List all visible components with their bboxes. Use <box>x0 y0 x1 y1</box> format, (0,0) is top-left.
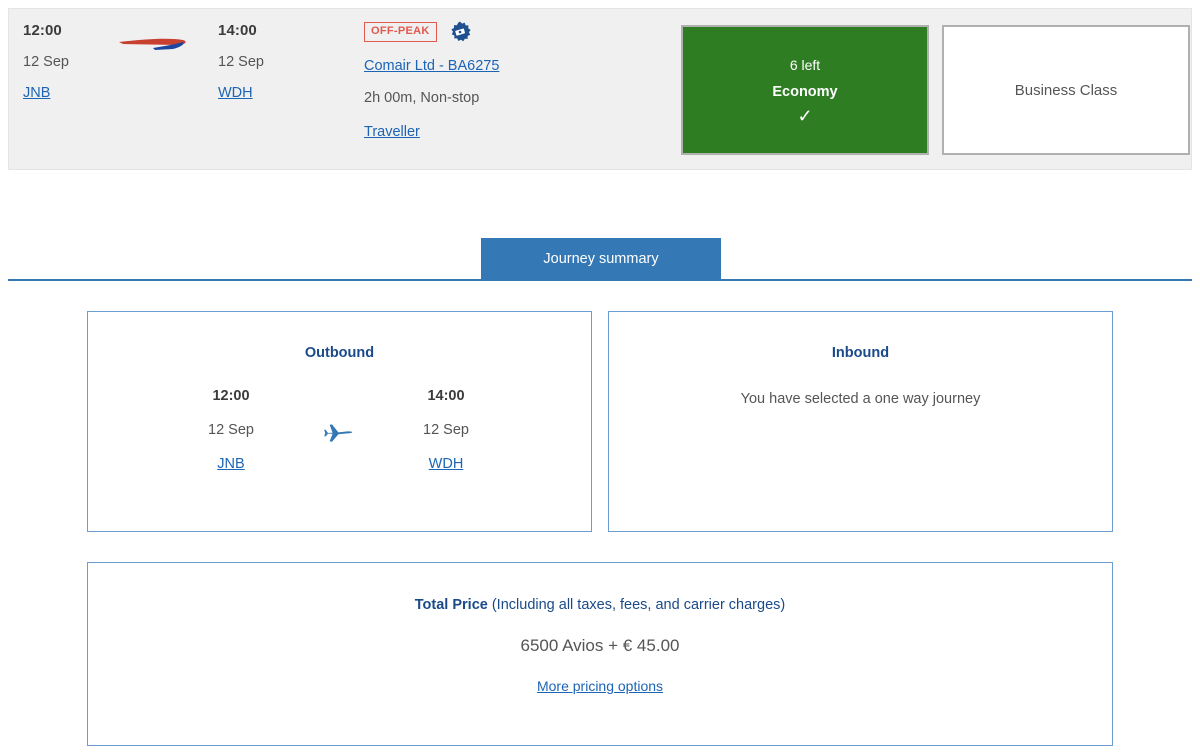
more-pricing-options-link[interactable]: More pricing options <box>537 678 663 694</box>
arrival-date: 12 Sep <box>218 54 264 70</box>
check-icon: ✓ <box>797 105 813 126</box>
outbound-arrival-date: 12 Sep <box>423 422 469 438</box>
outbound-segment: 12:00 12 Sep JNB 14:00 12 Sep WDH <box>88 386 591 496</box>
economy-seats-left: 6 left <box>789 56 821 73</box>
departure-airport-link[interactable]: JNB <box>23 83 50 103</box>
total-price-heading: Total Price (Including all taxes, fees, … <box>88 595 1112 615</box>
total-price-panel: Total Price (Including all taxes, fees, … <box>87 562 1113 746</box>
business-cabin-label: Business Class <box>1014 81 1118 99</box>
badge-row: OFF-PEAK <box>364 21 664 43</box>
cabin-option-economy[interactable]: 6 left Economy ✓ <box>681 25 929 155</box>
fare-type-link[interactable]: Traveller <box>364 122 420 142</box>
flight-selection-page: 12:00 12 Sep JNB 14:00 12 Sep WDH OFF-PE… <box>0 0 1200 756</box>
tab-journey-summary[interactable]: Journey summary <box>481 238 721 280</box>
total-price-note: (Including all taxes, fees, and carrier … <box>487 597 786 613</box>
arrival-airport-link[interactable]: WDH <box>218 83 253 103</box>
flight-summary-strip: 12:00 12 Sep JNB 14:00 12 Sep WDH OFF-PE… <box>8 8 1192 170</box>
off-peak-badge: OFF-PEAK <box>364 22 437 42</box>
inbound-title: Inbound <box>831 345 890 361</box>
cabin-option-business[interactable]: Business Class <box>942 25 1190 155</box>
british-airways-logo-icon <box>117 31 197 57</box>
inbound-message: You have selected a one way journey <box>740 391 981 407</box>
arrival-time: 14:00 <box>218 22 257 39</box>
total-price-amount: 6500 Avios + € 45.00 <box>520 636 680 655</box>
outbound-departure: 12:00 12 Sep JNB <box>161 386 301 474</box>
economy-cabin-label: Economy <box>772 83 838 100</box>
outbound-arrival-time: 14:00 <box>427 388 465 404</box>
flight-duration: 2h 00m, Non-stop <box>364 90 480 106</box>
outbound-panel: Outbound 12:00 12 Sep JNB 14:00 12 Sep W… <box>87 311 592 532</box>
avios-reward-icon <box>449 21 471 43</box>
airplane-icon <box>321 419 355 447</box>
outbound-departure-date: 12 Sep <box>208 422 254 438</box>
outbound-title: Outbound <box>304 345 375 361</box>
journey-tabbar: Journey summary <box>8 238 1192 282</box>
flight-details-column: OFF-PEAK Comair Ltd - BA6275 2h 00m, Non… <box>364 21 664 142</box>
departure-date: 12 Sep <box>23 54 69 70</box>
outbound-departure-time: 12:00 <box>212 388 250 404</box>
arrival-column: 14:00 12 Sep WDH <box>218 21 318 103</box>
flight-number-link[interactable]: Comair Ltd - BA6275 <box>364 56 499 76</box>
departure-time: 12:00 <box>23 22 62 39</box>
departure-column: 12:00 12 Sep JNB <box>23 21 123 103</box>
total-price-label: Total Price <box>414 597 488 613</box>
outbound-arrival-airport-link[interactable]: WDH <box>429 454 464 474</box>
more-pricing-options-wrap: More pricing options <box>88 676 1112 696</box>
outbound-arrival: 14:00 12 Sep WDH <box>376 386 516 474</box>
inbound-panel: Inbound You have selected a one way jour… <box>608 311 1113 532</box>
outbound-departure-airport-link[interactable]: JNB <box>217 454 244 474</box>
